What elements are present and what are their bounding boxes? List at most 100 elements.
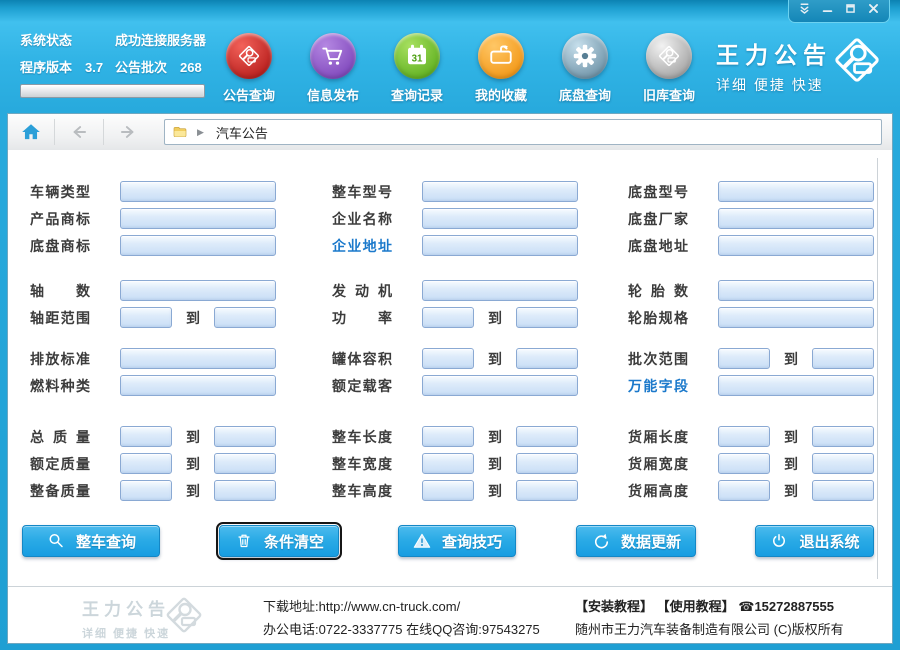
input-chassis-manufacturer[interactable] [718,208,874,229]
input-cargo-height-from[interactable] [718,480,770,501]
home-icon [20,121,42,143]
form-row-engine: 发 动 机 [332,280,622,301]
toolbar-old-db-query[interactable]: 旧库查询 [627,33,711,104]
field-label-company-name: 企业名称 [332,209,392,229]
form-row-chassis-manufacturer: 底盘厂家 [628,208,900,229]
input-chassis-address[interactable] [718,235,874,256]
field-label-batch-range: 批次范围 [628,349,688,369]
input-power-range-from[interactable] [422,307,474,328]
maximize-button[interactable] [841,3,861,20]
app-window: 系统状态 成功连接服务器 程序版本 3.7 公告批次 268 公告查询 信息发布… [0,0,900,650]
input-wheelbase-range-from[interactable] [120,307,172,328]
input-curb-mass-to[interactable] [214,480,276,501]
input-vehicle-width-to[interactable] [516,453,578,474]
field-wheelbase-range: 到 [120,307,276,328]
input-cargo-height-to[interactable] [812,480,874,501]
input-company-name[interactable] [422,208,578,229]
input-batch-range-to[interactable] [812,348,874,369]
input-emission-standard[interactable] [120,348,276,369]
field-label-engine: 发 动 机 [332,281,392,301]
input-curb-mass-from[interactable] [120,480,172,501]
input-total-mass-to[interactable] [214,426,276,447]
field-label-tire-spec: 轮胎规格 [628,308,688,328]
form-group: 车辆类型产品商标底盘商标 [30,181,320,256]
input-vehicle-height-from[interactable] [422,480,474,501]
input-cargo-length-to[interactable] [812,426,874,447]
field-chassis-model [718,181,874,202]
status-version-value: 3.7 [85,57,115,79]
input-axle-count[interactable] [120,280,276,301]
footer-company-block: 【安装教程】 【使用教程】 ☎15272887555 随州市王力汽车装备制造有限… [575,595,844,641]
query-tips-button[interactable]: 查询技巧 [398,525,516,557]
field-cargo-length: 到 [718,426,874,447]
input-chassis-brand[interactable] [120,235,276,256]
field-axle-count [120,280,276,301]
input-wheelbase-range-to[interactable] [214,307,276,328]
address-bar[interactable]: ▶ 汽车公告 [164,119,882,145]
footer-tutorial-links[interactable]: 【安装教程】 【使用教程】 [575,599,735,614]
toolbar-query-history[interactable]: 31查询记录 [375,33,459,104]
input-product-brand[interactable] [120,208,276,229]
arrow-left-icon [68,121,90,143]
range-joiner-label: 到 [186,481,200,501]
toolbar-info-publish[interactable]: 信息发布 [291,33,375,104]
input-fuel-type[interactable] [120,375,276,396]
toolbar-notice-query[interactable]: 公告查询 [207,33,291,104]
status-progress-bar [20,84,205,98]
form-row-emission-standard: 排放标准 [30,348,320,369]
input-engine[interactable] [422,280,578,301]
form-group: 罐体容积到额定载客 [332,348,622,396]
toolbar-my-favorites[interactable]: 我的收藏 [459,33,543,104]
close-button[interactable] [864,3,884,20]
rollup-button[interactable] [795,3,815,20]
input-rated-mass-from[interactable] [120,453,172,474]
input-vehicle-length-to[interactable] [516,426,578,447]
field-label-chassis-brand: 底盘商标 [30,236,90,256]
input-cargo-width-to[interactable] [812,453,874,474]
logo-search-icon [646,33,692,79]
input-universal-field[interactable] [718,375,874,396]
data-update-button[interactable]: 数据更新 [576,525,696,557]
forward-button[interactable] [104,114,152,150]
field-tank-volume: 到 [422,348,578,369]
input-vehicle-height-to[interactable] [516,480,578,501]
form-row-chassis-model: 底盘型号 [628,181,900,202]
field-batch-range: 到 [718,348,874,369]
input-tire-count[interactable] [718,280,874,301]
field-label-universal-field[interactable]: 万能字段 [628,376,688,396]
exit-system-button[interactable]: 退出系统 [755,525,874,557]
close-icon [867,2,880,20]
input-vehicle-type[interactable] [120,181,276,202]
input-tire-spec[interactable] [718,307,874,328]
vehicle-query-button[interactable]: 整车查询 [22,525,160,557]
toolbar-label: 底盘查询 [559,85,611,104]
input-company-address[interactable] [422,235,578,256]
input-cargo-width-from[interactable] [718,453,770,474]
input-vehicle-model[interactable] [422,181,578,202]
range-joiner-label: 到 [488,427,502,447]
form-group: 发 动 机功 率到 [332,280,622,328]
toolbar-chassis-query[interactable]: 底盘查询 [543,33,627,104]
input-rated-passengers[interactable] [422,375,578,396]
input-cargo-length-from[interactable] [718,426,770,447]
input-tank-volume-to[interactable] [516,348,578,369]
input-tank-volume-from[interactable] [422,348,474,369]
input-rated-mass-to[interactable] [214,453,276,474]
field-vehicle-type [120,181,276,202]
home-button[interactable] [8,114,54,150]
footer-download-url: 下载地址:http://www.cn-truck.com/ [263,595,540,618]
input-chassis-model[interactable] [718,181,874,202]
status-batch-label: 公告批次 [115,57,180,79]
input-batch-range-from[interactable] [718,348,770,369]
clear-conditions-button[interactable]: 条件清空 [219,525,339,557]
status-batch-value: 268 [180,57,202,79]
minimize-button[interactable] [818,3,838,20]
input-power-range-to[interactable] [516,307,578,328]
input-vehicle-width-from[interactable] [422,453,474,474]
back-button[interactable] [55,114,103,150]
field-label-company-address[interactable]: 企业地址 [332,236,392,256]
input-vehicle-length-from[interactable] [422,426,474,447]
input-total-mass-from[interactable] [120,426,172,447]
form-row-total-mass: 总 质 量到 [30,426,320,447]
field-total-mass: 到 [120,426,276,447]
